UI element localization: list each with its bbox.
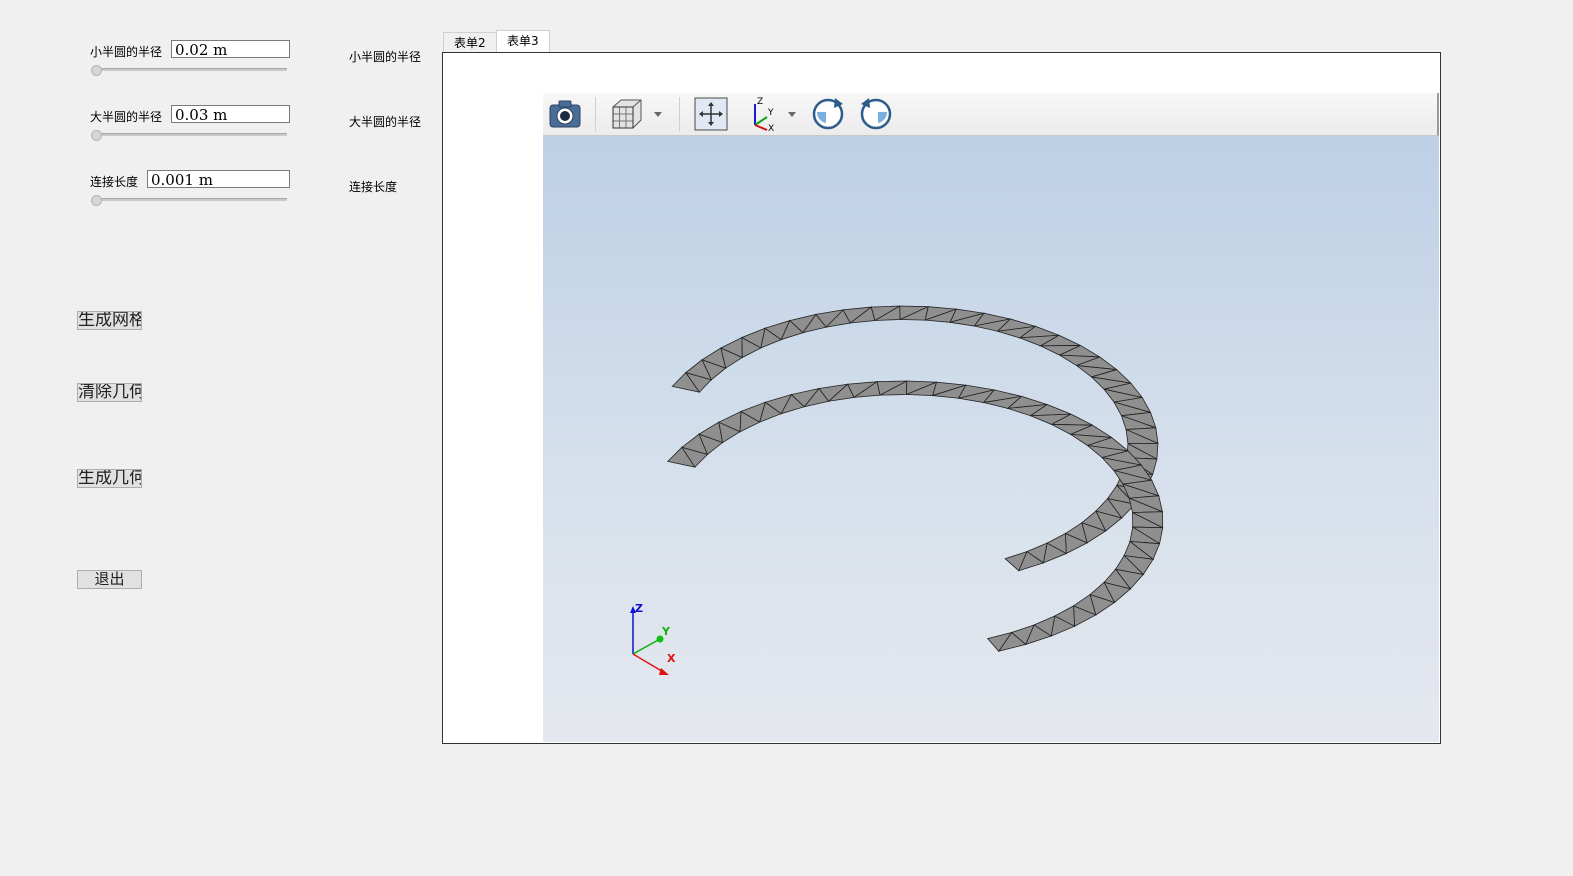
camera-icon[interactable] (546, 95, 584, 133)
axis-x-label: X (667, 652, 676, 665)
fit-all-icon[interactable] (691, 95, 729, 133)
small-radius-label: 小半圆的半径 (90, 45, 163, 59)
connect-length-input[interactable]: 0.001 m (147, 170, 290, 189)
large-radius-input[interactable]: 0.03 m (171, 105, 290, 124)
svg-text:X: X (768, 124, 774, 133)
tab-form3[interactable]: 表单3 (496, 30, 550, 52)
small-radius-slider-track[interactable] (92, 68, 287, 71)
large-radius-side-label: 大半圆的半径 (349, 115, 422, 129)
axis-z-label: Z (635, 602, 643, 615)
axes-orientation-icon[interactable]: Z Y X (743, 95, 781, 134)
rotate-ccw-icon[interactable] (857, 95, 895, 133)
clear-geometry-button[interactable]: 清除几何 (77, 383, 142, 402)
large-radius-slider-thumb[interactable] (91, 130, 102, 141)
large-radius-label: 大半圆的半径 (90, 110, 163, 124)
connect-length-label: 连接长度 (90, 175, 139, 189)
rotate-cw-icon[interactable] (809, 95, 847, 133)
svg-text:Y: Y (767, 108, 774, 118)
connect-length-side-label: 连接长度 (349, 180, 398, 194)
tab-form2[interactable]: 表单2 (443, 32, 497, 52)
small-radius-slider-thumb[interactable] (91, 65, 102, 76)
axis-y-label: Y (662, 625, 670, 638)
cube-view-icon[interactable] (607, 95, 645, 133)
tab-panel: Z Y X Z Y X (442, 52, 1441, 744)
view-toolbar: Z Y X (543, 93, 1439, 136)
axes-dropdown-icon[interactable] (787, 95, 797, 133)
small-radius-side-label: 小半圆的半径 (349, 50, 422, 64)
toolbar-separator (595, 97, 596, 131)
generate-geometry-button[interactable]: 生成几何 (77, 469, 142, 488)
axes-triad: Z Y X (623, 598, 683, 678)
generate-mesh-button[interactable]: 生成网格 (77, 311, 142, 330)
large-radius-slider-track[interactable] (92, 133, 287, 136)
3d-viewport[interactable]: Z Y X (543, 136, 1439, 742)
toolbar-separator (679, 97, 680, 131)
svg-text:Z: Z (757, 97, 763, 107)
small-radius-input[interactable]: 0.02 m (171, 40, 290, 59)
cube-view-dropdown-icon[interactable] (653, 95, 663, 133)
exit-button[interactable]: 退出 (77, 570, 142, 589)
connect-length-slider-track[interactable] (92, 198, 287, 201)
connect-length-slider-thumb[interactable] (91, 195, 102, 206)
